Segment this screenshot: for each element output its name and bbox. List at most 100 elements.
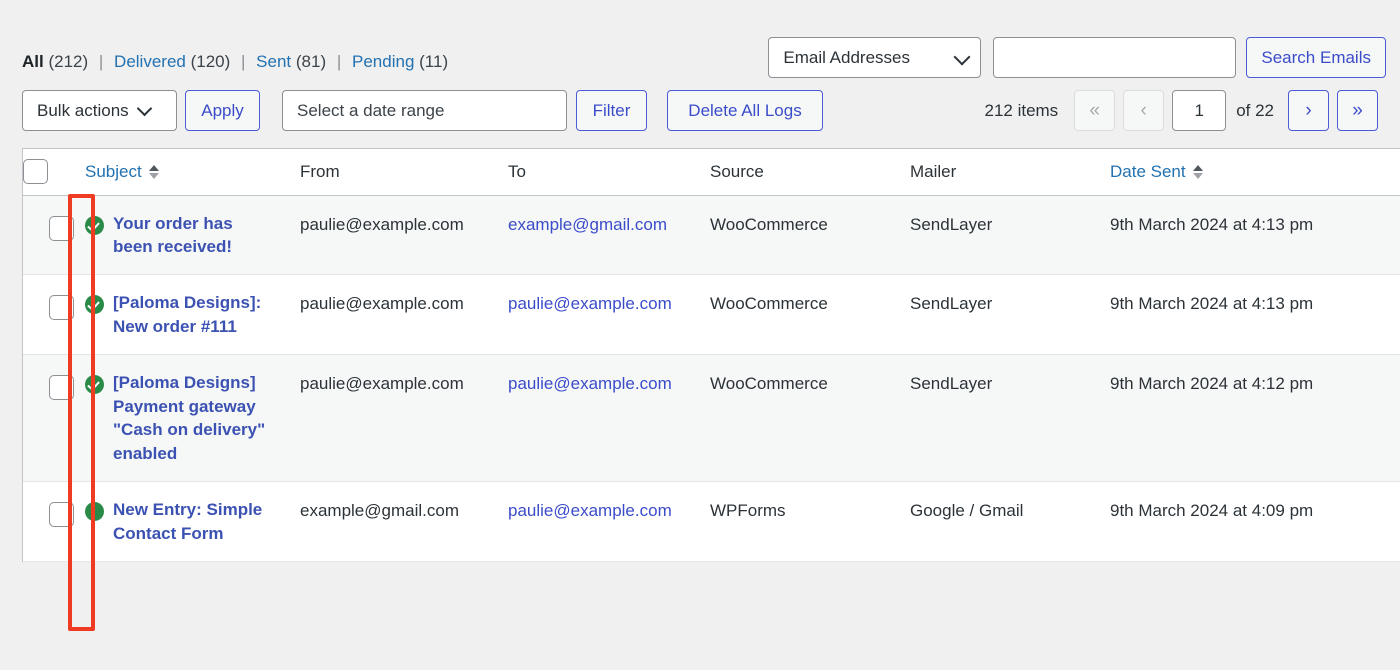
row-from: paulie@example.com <box>300 195 508 275</box>
status-sent-icon <box>85 502 104 521</box>
status-filter-links: All (212) | Delivered (120) | Sent (81) … <box>22 52 448 72</box>
row-checkbox[interactable] <box>49 375 74 400</box>
table-header-row: Subject From To Source Mailer Date Sent <box>23 149 1400 195</box>
row-subject-link[interactable]: [Paloma Designs]: New order #111 <box>113 291 276 338</box>
table-row: Your order has been received! paulie@exa… <box>23 195 1400 275</box>
pagination-items-count: 212 items <box>984 101 1058 121</box>
search-input[interactable] <box>993 37 1236 78</box>
row-mailer: SendLayer <box>910 275 1110 355</box>
row-mailer: SendLayer <box>910 355 1110 482</box>
row-subject-link[interactable]: Your order has been received! <box>113 212 276 259</box>
filter-button[interactable]: Filter <box>576 90 647 131</box>
pagination-total-pages: of 22 <box>1236 101 1274 121</box>
sort-arrows-icon <box>1193 165 1203 179</box>
column-header-to: To <box>508 149 710 195</box>
apply-button[interactable]: Apply <box>185 90 260 131</box>
filter-link-pending-count: (11) <box>419 52 448 71</box>
row-from: paulie@example.com <box>300 275 508 355</box>
next-page-button[interactable]: › <box>1288 90 1329 131</box>
sort-date-sent-link[interactable]: Date Sent <box>1110 162 1203 182</box>
row-date-sent: 9th March 2024 at 4:13 pm <box>1110 275 1400 355</box>
row-select-cell <box>23 275 85 355</box>
column-header-source: Source <box>710 149 910 195</box>
search-type-select[interactable]: Email Addresses <box>768 37 981 78</box>
last-page-button[interactable]: » <box>1337 90 1378 131</box>
row-source: WooCommerce <box>710 195 910 275</box>
email-log-table-container: Subject From To Source Mailer Date Sent <box>22 148 1400 562</box>
filter-separator: | <box>337 52 341 71</box>
column-header-subject-label: Subject <box>85 162 142 182</box>
filter-link-delivered[interactable]: Delivered (120) <box>114 52 235 71</box>
bulk-actions-label: Bulk actions <box>37 101 129 121</box>
row-select-cell <box>23 482 85 562</box>
filter-link-all[interactable]: All (212) <box>22 52 93 71</box>
row-subject-cell: [Paloma Designs] Payment gateway "Cash o… <box>85 355 300 482</box>
table-row: [Paloma Designs]: New order #111 paulie@… <box>23 275 1400 355</box>
filter-link-sent-label: Sent <box>256 52 291 71</box>
filter-link-all-count: (212) <box>48 52 88 71</box>
row-from: paulie@example.com <box>300 355 508 482</box>
filter-link-all-label: All <box>22 52 44 71</box>
row-checkbox[interactable] <box>49 216 74 241</box>
row-date-sent: 9th March 2024 at 4:13 pm <box>1110 195 1400 275</box>
row-subject-cell: [Paloma Designs]: New order #111 <box>85 275 300 355</box>
row-to[interactable]: paulie@example.com <box>508 275 710 355</box>
row-subject-link[interactable]: New Entry: Simple Contact Form <box>113 498 276 545</box>
row-checkbox[interactable] <box>49 295 74 320</box>
row-to[interactable]: paulie@example.com <box>508 482 710 562</box>
sort-arrows-icon <box>149 165 159 179</box>
search-emails-button[interactable]: Search Emails <box>1246 37 1386 78</box>
column-header-date-sent-label: Date Sent <box>1110 162 1186 182</box>
filter-link-pending[interactable]: Pending (11) <box>352 52 448 71</box>
row-source: WooCommerce <box>710 275 910 355</box>
row-from: example@gmail.com <box>300 482 508 562</box>
table-body: Your order has been received! paulie@exa… <box>23 195 1400 562</box>
row-date-sent: 9th March 2024 at 4:09 pm <box>1110 482 1400 562</box>
sort-subject-link[interactable]: Subject <box>85 162 159 182</box>
table-row: [Paloma Designs] Payment gateway "Cash o… <box>23 355 1400 482</box>
row-mailer: SendLayer <box>910 195 1110 275</box>
column-header-mailer: Mailer <box>910 149 1110 195</box>
row-to[interactable]: paulie@example.com <box>508 355 710 482</box>
row-select-cell <box>23 355 85 482</box>
column-header-date-sent: Date Sent <box>1110 149 1400 195</box>
search-type-select-value: Email Addresses <box>783 48 910 68</box>
select-all-header <box>23 149 85 195</box>
row-subject-link[interactable]: [Paloma Designs] Payment gateway "Cash o… <box>113 371 276 465</box>
select-all-checkbox[interactable] <box>23 159 48 184</box>
column-header-from: From <box>300 149 508 195</box>
row-source: WPForms <box>710 482 910 562</box>
filter-separator: | <box>241 52 245 71</box>
filter-separator: | <box>99 52 103 71</box>
previous-page-button[interactable]: ‹ <box>1123 90 1164 131</box>
row-checkbox[interactable] <box>49 502 74 527</box>
row-subject-cell: New Entry: Simple Contact Form <box>85 482 300 562</box>
pagination: 212 items « ‹ of 22 › » <box>984 90 1386 131</box>
chevron-down-icon <box>136 100 152 116</box>
tool-row: Bulk actions Apply Filter Delete All Log… <box>0 90 1400 142</box>
row-select-cell <box>23 195 85 275</box>
table-row: New Entry: Simple Contact Form example@g… <box>23 482 1400 562</box>
status-delivered-icon <box>85 375 104 394</box>
email-log-table: Subject From To Source Mailer Date Sent <box>23 149 1400 562</box>
delete-all-logs-button[interactable]: Delete All Logs <box>667 90 823 131</box>
row-date-sent: 9th March 2024 at 4:12 pm <box>1110 355 1400 482</box>
table-header: Subject From To Source Mailer Date Sent <box>23 149 1400 195</box>
row-source: WooCommerce <box>710 355 910 482</box>
search-area: Email Addresses Search Emails <box>768 37 1386 78</box>
filter-link-sent[interactable]: Sent (81) <box>256 52 331 71</box>
filter-link-delivered-label: Delivered <box>114 52 186 71</box>
column-header-subject: Subject <box>85 149 300 195</box>
row-mailer: Google / Gmail <box>910 482 1110 562</box>
first-page-button[interactable]: « <box>1074 90 1115 131</box>
filter-link-pending-label: Pending <box>352 52 414 71</box>
row-to[interactable]: example@gmail.com <box>508 195 710 275</box>
row-subject-cell: Your order has been received! <box>85 195 300 275</box>
filter-link-delivered-count: (120) <box>191 52 231 71</box>
bulk-actions-select[interactable]: Bulk actions <box>22 90 177 131</box>
status-delivered-icon <box>85 216 104 235</box>
chevron-down-icon <box>954 48 971 65</box>
top-bar: All (212) | Delivered (120) | Sent (81) … <box>0 0 1400 90</box>
date-range-input[interactable] <box>282 90 567 131</box>
current-page-input[interactable] <box>1172 90 1226 131</box>
